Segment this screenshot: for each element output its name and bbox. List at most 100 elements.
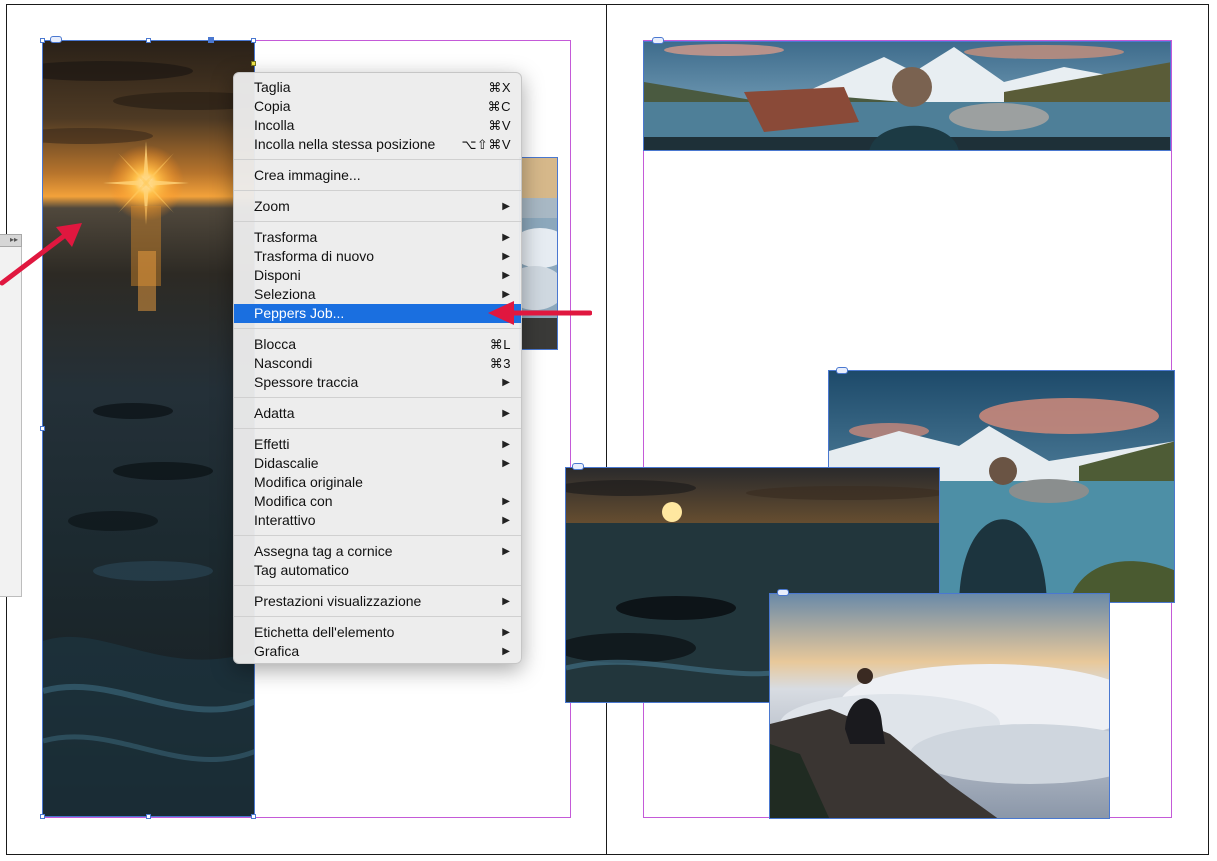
menu-item-label: Incolla nella stessa posizione <box>254 136 436 152</box>
selection-handle[interactable] <box>251 814 256 819</box>
mountain-panorama-image <box>644 42 1170 150</box>
menu-item-copia[interactable]: Copia ⌘C <box>234 97 521 116</box>
menu-item-shortcut: ⌘V <box>488 118 511 133</box>
menu-item-crea-immagine[interactable]: Crea immagine... <box>234 166 521 185</box>
menu-item-taglia[interactable]: Taglia ⌘X <box>234 78 521 97</box>
menu-item-spessore-traccia[interactable]: Spessore traccia ▶ <box>234 373 521 392</box>
content-grabber-icon[interactable] <box>777 589 789 596</box>
annotation-arrow-panel <box>0 223 82 286</box>
menu-item-zoom[interactable]: Zoom ▶ <box>234 197 521 216</box>
menu-item-shortcut: ⌘3 <box>489 356 511 371</box>
content-grabber-icon[interactable] <box>836 367 848 374</box>
menu-item-trasforma-di-nuovo[interactable]: Trasforma di nuovo ▶ <box>234 247 521 266</box>
submenu-arrow-icon: ▶ <box>502 646 510 657</box>
menu-item-effetti[interactable]: Effetti ▶ <box>234 435 521 454</box>
menu-item-label: Didascalie <box>254 455 319 471</box>
menu-item-shortcut: ⌘L <box>489 337 511 352</box>
menu-item-label: Crea immagine... <box>254 167 361 183</box>
submenu-arrow-icon: ▶ <box>502 515 510 526</box>
selection-handle[interactable] <box>208 37 214 43</box>
menu-item-modifica-originale[interactable]: Modifica originale <box>234 473 521 492</box>
submenu-arrow-icon: ▶ <box>502 439 510 450</box>
menu-separator <box>234 216 521 228</box>
selection-handle[interactable] <box>146 814 151 819</box>
menu-separator <box>234 323 521 335</box>
content-grabber-icon[interactable] <box>652 37 664 44</box>
clouds-man-image <box>770 594 1109 818</box>
menu-item-label: Etichetta dell'elemento <box>254 624 395 640</box>
menu-item-label: Trasforma <box>254 229 318 245</box>
submenu-arrow-icon: ▶ <box>502 596 510 607</box>
menu-item-shortcut: ⌘C <box>487 99 511 114</box>
menu-item-disponi[interactable]: Disponi ▶ <box>234 266 521 285</box>
menu-item-grafica[interactable]: Grafica ▶ <box>234 642 521 661</box>
submenu-arrow-icon: ▶ <box>502 546 510 557</box>
submenu-arrow-icon: ▶ <box>502 408 510 419</box>
content-grabber-icon[interactable] <box>50 36 62 43</box>
menu-separator <box>234 185 521 197</box>
menu-separator <box>234 392 521 404</box>
menu-item-shortcut: ⌥⇧⌘V <box>461 137 511 152</box>
submenu-arrow-icon: ▶ <box>502 496 510 507</box>
menu-item-label: Prestazioni visualizzazione <box>254 593 422 609</box>
submenu-arrow-icon: ▶ <box>502 251 510 262</box>
menu-item-modifica-con[interactable]: Modifica con ▶ <box>234 492 521 511</box>
menu-item-nascondi[interactable]: Nascondi ⌘3 <box>234 354 521 373</box>
menu-item-didascalie[interactable]: Didascalie ▶ <box>234 454 521 473</box>
menu-item-label: Seleziona <box>254 286 316 302</box>
menu-item-label: Incolla <box>254 117 295 133</box>
corner-options-handle[interactable] <box>251 61 256 66</box>
menu-item-label: Disponi <box>254 267 301 283</box>
menu-item-shortcut: ⌘X <box>488 80 511 95</box>
context-menu[interactable]: Taglia ⌘X Copia ⌘C Incolla ⌘V Incolla nella st… <box>233 72 522 664</box>
menu-item-adatta[interactable]: Adatta ▶ <box>234 404 521 423</box>
menu-item-label: Spessore traccia <box>254 374 359 390</box>
menu-item-peppers-job[interactable]: Peppers Job... <box>234 304 521 323</box>
menu-item-label: Interattivo <box>254 512 316 528</box>
menu-item-label: Peppers Job... <box>254 305 345 321</box>
menu-item-tag-automatico[interactable]: Tag automatico <box>234 561 521 580</box>
menu-item-label: Tag automatico <box>254 562 349 578</box>
submenu-arrow-icon: ▶ <box>502 270 510 281</box>
mountain-panorama-image-frame[interactable] <box>643 41 1171 151</box>
menu-item-label: Nascondi <box>254 355 313 371</box>
submenu-arrow-icon: ▶ <box>502 458 510 469</box>
menu-item-label: Trasforma di nuovo <box>254 248 375 264</box>
menu-item-seleziona[interactable]: Seleziona ▶ <box>234 285 521 304</box>
menu-item-label: Effetti <box>254 436 290 452</box>
selection-handle[interactable] <box>251 38 256 43</box>
submenu-arrow-icon: ▶ <box>502 627 510 638</box>
menu-item-etichetta-dell-elemento[interactable]: Etichetta dell'elemento ▶ <box>234 623 521 642</box>
sunset-tall-image <box>43 41 254 816</box>
spread-spine <box>606 4 607 855</box>
annotation-arrow-menu-item <box>488 301 592 325</box>
menu-item-label: Adatta <box>254 405 295 421</box>
menu-separator <box>234 611 521 623</box>
clouds-man-image-frame[interactable] <box>769 593 1110 819</box>
content-grabber-icon[interactable] <box>572 463 584 470</box>
submenu-arrow-icon: ▶ <box>502 201 510 212</box>
menu-item-label: Copia <box>254 98 291 114</box>
menu-separator <box>234 423 521 435</box>
menu-item-label: Blocca <box>254 336 297 352</box>
menu-item-label: Zoom <box>254 198 290 214</box>
menu-item-label: Assegna tag a cornice <box>254 543 393 559</box>
submenu-arrow-icon: ▶ <box>502 232 510 243</box>
menu-item-assegna-tag-a-cornice[interactable]: Assegna tag a cornice ▶ <box>234 542 521 561</box>
menu-item-label: Taglia <box>254 79 291 95</box>
menu-item-trasforma[interactable]: Trasforma ▶ <box>234 228 521 247</box>
menu-item-incolla-nella-stessa-posizione[interactable]: Incolla nella stessa posizione ⌥⇧⌘V <box>234 135 521 154</box>
menu-item-interattivo[interactable]: Interattivo ▶ <box>234 511 521 530</box>
sunset-tall-image-frame[interactable] <box>42 40 255 817</box>
menu-item-prestazioni-visualizzazione[interactable]: Prestazioni visualizzazione ▶ <box>234 592 521 611</box>
menu-separator <box>234 530 521 542</box>
selection-handle[interactable] <box>40 814 45 819</box>
menu-item-label: Modifica con <box>254 493 333 509</box>
menu-separator <box>234 580 521 592</box>
selection-handle[interactable] <box>146 38 151 43</box>
menu-item-incolla[interactable]: Incolla ⌘V <box>234 116 521 135</box>
submenu-arrow-icon: ▶ <box>502 377 510 388</box>
selection-handle[interactable] <box>40 426 45 431</box>
selection-handle[interactable] <box>40 38 45 43</box>
menu-item-blocca[interactable]: Blocca ⌘L <box>234 335 521 354</box>
